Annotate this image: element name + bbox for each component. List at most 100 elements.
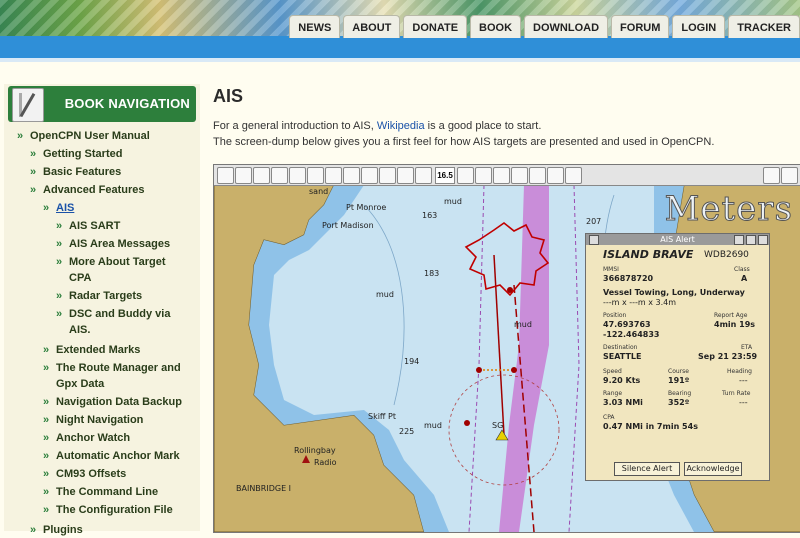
ais-cpa: 0.47 NMi in 7min 54s (603, 422, 698, 431)
menu-extended-marks[interactable]: » Extended Marks (43, 342, 140, 358)
menu-command-line[interactable]: » The Command Line (43, 484, 158, 500)
map-label-rollingbay: Rollingbay (294, 446, 336, 455)
acknowledge-button[interactable]: Acknowledge (684, 462, 742, 476)
ais-mmsi-label: MMSI (603, 266, 619, 273)
menu-configuration-file[interactable]: » The Configuration File (43, 502, 173, 518)
bullet-icon: » (56, 256, 63, 268)
toolbar-scale-icon[interactable] (271, 167, 288, 184)
depth-contour (363, 204, 405, 406)
menu-night-navigation[interactable]: » Night Navigation (43, 412, 143, 428)
map-label-pt-monroe: Pt Monroe (346, 203, 387, 212)
bullet-icon: » (43, 432, 50, 444)
menu-opencpn-user-manual[interactable]: » OpenCPN User Manual (17, 128, 150, 144)
menu-route-manager[interactable]: » The Route Manager and (43, 360, 181, 376)
menu-plugins[interactable]: » Plugins (30, 522, 83, 538)
toolbar-compass-icon[interactable] (763, 167, 780, 184)
nav-book[interactable]: BOOK (470, 15, 522, 38)
window-menu-icon[interactable] (589, 235, 599, 245)
book-navigation-header: BOOK NAVIGATION (8, 86, 196, 122)
ais-bearing-label: Bearing (668, 390, 692, 397)
toolbar-mob-icon[interactable] (565, 167, 582, 184)
ais-status: Vessel Towing, Long, Underway (603, 288, 745, 297)
toolbar-follow-icon[interactable] (475, 167, 492, 184)
bullet-icon: » (43, 344, 50, 356)
bullet-icon: » (43, 362, 50, 374)
menu-advanced-features[interactable]: » Advanced Features (30, 182, 144, 198)
bullet-icon: » (43, 414, 50, 426)
toolbar-text-icon[interactable] (289, 167, 306, 184)
ais-heading: --- (739, 376, 748, 385)
map-label-sand: sand (309, 187, 329, 196)
nav-donate[interactable]: DONATE (403, 15, 468, 38)
nav-forum[interactable]: FORUM (611, 15, 670, 38)
ais-destination: SEATTLE (603, 352, 642, 361)
menu-navigation-data-backup[interactable]: » Navigation Data Backup (43, 394, 182, 410)
bullet-icon: » (43, 486, 50, 498)
toolbar-chart-icon[interactable] (217, 167, 234, 184)
toolbar-anchor-icon[interactable] (511, 167, 528, 184)
nav-about[interactable]: ABOUT (343, 15, 401, 38)
toolbar-target-icon[interactable] (529, 167, 546, 184)
toolbar-zoom-out-icon[interactable] (253, 167, 270, 184)
menu-basic-features[interactable]: » Basic Features (30, 164, 121, 180)
nav-tracker[interactable]: TRACKER (728, 15, 800, 38)
nav-download[interactable]: DOWNLOAD (524, 15, 609, 38)
toolbar-help-icon[interactable] (415, 167, 432, 184)
bullet-icon: » (30, 166, 37, 178)
bullet-icon: » (56, 238, 63, 250)
map-label-skiff-pt: Skiff Pt (368, 412, 396, 421)
maximize-icon[interactable] (746, 235, 756, 245)
menu-ais-area-messages[interactable]: » AIS Area Messages (56, 236, 170, 252)
toolbar-settings-icon[interactable] (361, 167, 378, 184)
book-navigation-sidebar: BOOK NAVIGATION » OpenCPN User Manual » Ge… (4, 84, 200, 536)
ais-eta: Sep 21 23:59 (698, 352, 758, 361)
menu-more-about-target-cpa[interactable]: » More About Target (56, 254, 166, 270)
menu-dsc-and-buddy-cont[interactable]: AIS. (69, 322, 90, 338)
toolbar-zoom-in-icon[interactable] (235, 167, 252, 184)
ais-turn-rate-label: Turn Rate (722, 390, 751, 397)
ais-class-label: Class (734, 266, 750, 273)
opencpn-screenshot: 16.5 Meters Pt Monroe Port Madison mud s… (213, 164, 800, 533)
ais-longitude: -122.464833 (603, 330, 660, 339)
bullet-icon: » (43, 396, 50, 408)
toolbar-tide-icon[interactable] (379, 167, 396, 184)
ownship-position (464, 420, 470, 426)
toolbar-current-icon[interactable] (493, 167, 510, 184)
minimize-icon[interactable] (734, 235, 744, 245)
toolbar-print-icon[interactable] (397, 167, 414, 184)
ais-course-label: Course (668, 368, 689, 375)
ais-range: 3.03 NMi (603, 398, 643, 407)
toolbar-ais-icon[interactable] (343, 167, 360, 184)
toolbar-route-icon[interactable] (307, 167, 324, 184)
wikipedia-link[interactable]: Wikipedia (377, 120, 425, 132)
site-header: NEWS ABOUT DONATE BOOK DOWNLOAD FORUM LO… (0, 0, 800, 58)
menu-route-manager-cont[interactable]: Gpx Data (56, 376, 104, 392)
ais-course: 191º (668, 376, 690, 385)
menu-getting-started[interactable]: » Getting Started (30, 146, 122, 162)
nav-login[interactable]: LOGIN (672, 15, 726, 38)
ais-class-value: A (741, 274, 748, 283)
book-navigation-title: BOOK NAVIGATION (64, 96, 190, 111)
toolbar-gps-status-icon[interactable] (781, 167, 798, 184)
menu-automatic-anchor-mark[interactable]: » Automatic Anchor Mark (43, 448, 180, 464)
toolbar-ownship-icon[interactable] (457, 167, 474, 184)
menu-more-about-target-cpa-cont[interactable]: CPA (69, 270, 91, 286)
ais-dimensions: ---m x ---m x 3.4m (603, 298, 677, 307)
map-label-mud: mud (444, 197, 462, 206)
toolbar-wind-icon[interactable] (547, 167, 564, 184)
bullet-icon: » (56, 220, 63, 232)
menu-radar-targets[interactable]: » Radar Targets (56, 288, 142, 304)
silence-alert-button[interactable]: Silence Alert (614, 462, 680, 476)
toolbar-track-icon[interactable] (325, 167, 342, 184)
map-label-mud-4: mud (514, 320, 532, 329)
menu-anchor-watch[interactable]: » Anchor Watch (43, 430, 130, 446)
menu-cm93-offsets[interactable]: » CM93 Offsets (43, 466, 126, 482)
bullet-icon: » (43, 468, 50, 480)
ais-mmsi-value: 366878720 (603, 274, 654, 283)
menu-dsc-and-buddy[interactable]: » DSC and Buddy via (56, 306, 170, 322)
menu-ais-sart[interactable]: » AIS SART (56, 218, 120, 234)
close-icon[interactable] (758, 235, 768, 245)
menu-ais[interactable]: » AIS (43, 200, 74, 216)
buoy-symbol (495, 429, 509, 441)
nav-news[interactable]: NEWS (289, 15, 341, 38)
